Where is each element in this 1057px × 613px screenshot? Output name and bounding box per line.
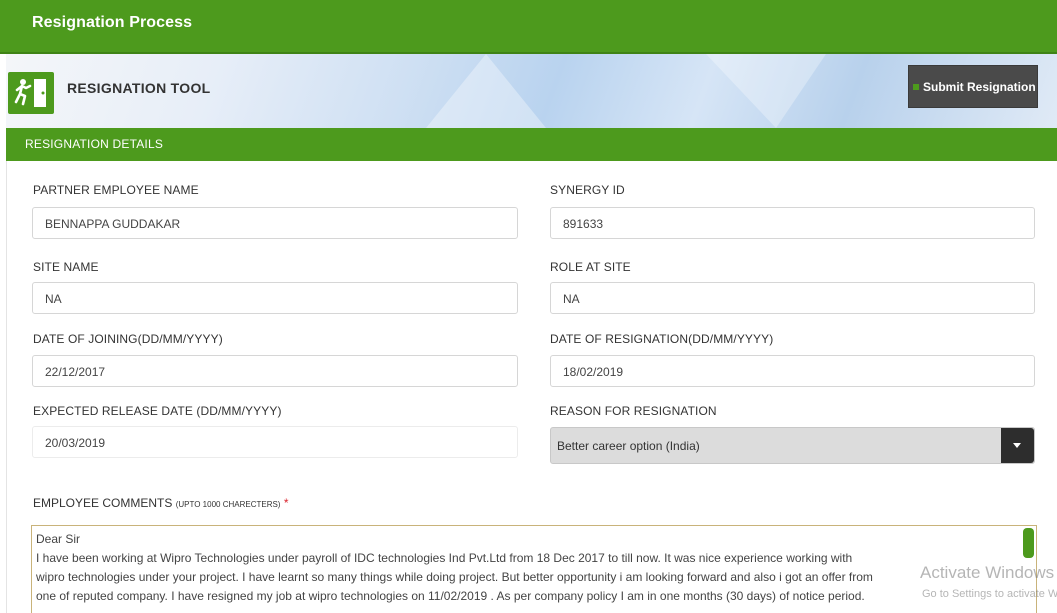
date-of-joining-field[interactable]: 22/12/2017	[32, 355, 518, 387]
date-of-resignation-field[interactable]: 18/02/2019	[550, 355, 1035, 387]
activate-windows-watermark: Activate Windows	[920, 563, 1055, 582]
page-header: Resignation Process	[0, 0, 1057, 54]
section-title: RESIGNATION DETAILS	[25, 137, 164, 151]
comment-line: one of reputed company. I have resigned …	[36, 589, 865, 603]
submit-resignation-button[interactable]: Submit Resignation	[908, 65, 1038, 108]
chevron-down-icon	[1013, 443, 1021, 448]
comment-line: I have been working at Wipro Technologie…	[36, 551, 853, 565]
comment-line: Dear Sir	[36, 532, 81, 546]
activate-windows-hint: Go to Settings to activate Windows.	[922, 588, 1057, 600]
partner-employee-name-field[interactable]: BENNAPPA GUDDAKAR	[32, 207, 518, 239]
page-title: Resignation Process	[32, 14, 193, 31]
reason-selected-value: Better career option (India)	[557, 439, 700, 453]
synergy-id-label: SYNERGY ID	[550, 183, 625, 197]
expected-release-date-field[interactable]: 20/03/2019	[32, 426, 518, 458]
reason-for-resignation-label: REASON FOR RESIGNATION	[550, 404, 717, 418]
comment-line: wipro technologies under your project. I…	[36, 570, 873, 584]
section-header: RESIGNATION DETAILS	[6, 128, 1057, 161]
submit-resignation-label: Submit Resignation	[923, 79, 1036, 94]
tool-title: RESIGNATION TOOL	[67, 80, 211, 96]
role-at-site-label: ROLE AT SITE	[550, 260, 631, 274]
employee-comments-label: EMPLOYEE COMMENTS (UPTO 1000 CHARECTERS)…	[33, 496, 288, 510]
site-name-label: SITE NAME	[33, 260, 99, 274]
synergy-id-field[interactable]: 891633	[550, 207, 1035, 239]
exit-icon	[8, 72, 54, 114]
role-at-site-field[interactable]: NA	[550, 282, 1035, 314]
dropdown-toggle[interactable]	[1001, 428, 1034, 463]
partner-employee-name-label: PARTNER EMPLOYEE NAME	[33, 183, 199, 197]
bullet-icon	[913, 84, 919, 90]
employee-comments-textarea[interactable]: Dear Sir I have been working at Wipro Te…	[31, 525, 1037, 613]
textarea-scrollbar[interactable]	[1023, 528, 1034, 558]
comments-limit-hint: (UPTO 1000 CHARECTERS)	[175, 500, 281, 509]
banner-decoration	[706, 54, 826, 128]
expected-release-date-label: EXPECTED RELEASE DATE (DD/MM/YYYY)	[33, 404, 282, 418]
site-name-field[interactable]: NA	[32, 282, 518, 314]
comments-label-text: EMPLOYEE COMMENTS	[33, 496, 173, 510]
date-of-joining-label: DATE OF JOINING(DD/MM/YYYY)	[33, 332, 223, 346]
required-marker: *	[283, 496, 289, 510]
banner-decoration	[426, 54, 546, 128]
date-of-resignation-label: DATE OF RESIGNATION(DD/MM/YYYY)	[550, 332, 774, 346]
reason-for-resignation-select[interactable]: Better career option (India)	[550, 427, 1035, 464]
